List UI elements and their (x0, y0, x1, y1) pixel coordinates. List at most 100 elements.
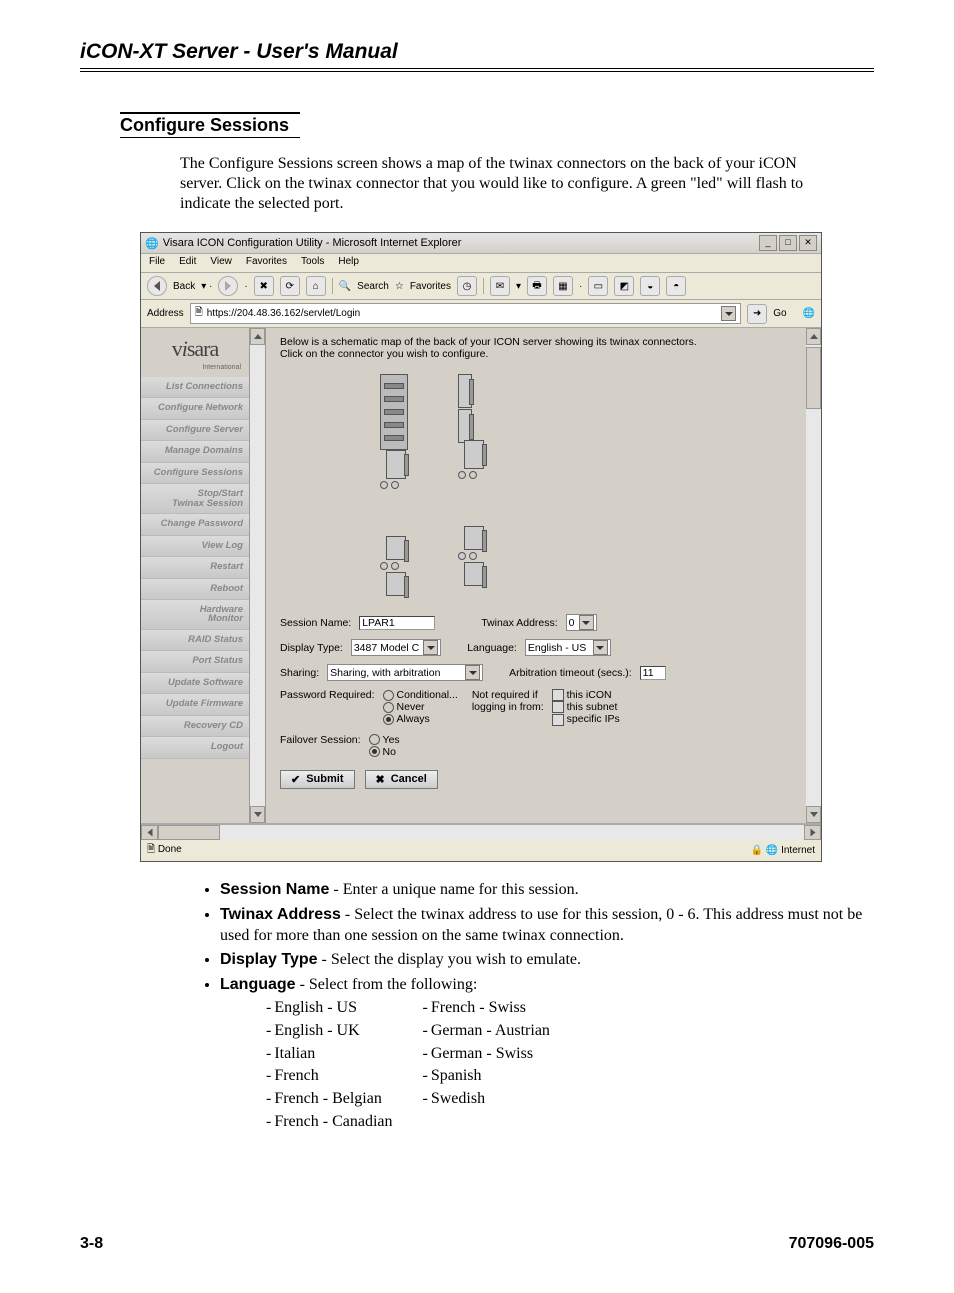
title-bar: 🌐 Visara ICON Configuration Utility - Mi… (141, 233, 821, 254)
check-this-icon[interactable] (552, 689, 564, 701)
connector-small-l2[interactable] (380, 536, 406, 596)
x-icon: ✖ (376, 773, 385, 786)
bullet-language: Language - Select from the following: -E… (220, 975, 874, 1135)
back-button[interactable] (147, 276, 167, 296)
address-bar: Address 🗎 https://204.48.36.162/servlet/… (141, 300, 821, 328)
cancel-button[interactable]: ✖Cancel (365, 770, 438, 789)
session-name-label: Session Name: (280, 617, 351, 629)
address-dropdown[interactable] (721, 306, 736, 321)
nav-restart[interactable]: Restart (141, 557, 249, 578)
menu-file[interactable]: File (149, 256, 165, 270)
check-specific-ips[interactable] (552, 714, 564, 726)
back-label[interactable]: Back (173, 281, 195, 292)
extra1-button[interactable]: ◩ (614, 276, 634, 296)
links-icon[interactable]: 🌐 (803, 308, 815, 319)
refresh-button[interactable]: ⟳ (280, 276, 300, 296)
language-select[interactable]: English - US (525, 639, 611, 656)
radio-never[interactable] (383, 702, 394, 713)
mail-button[interactable]: ✉ (490, 276, 510, 296)
maximize-button[interactable]: □ (779, 235, 797, 251)
page-header: iCON-XT Server - User's Manual (80, 40, 874, 72)
extra3-button[interactable]: ◓ (666, 276, 686, 296)
nav-configure-network[interactable]: Configure Network (141, 398, 249, 419)
nav-logout[interactable]: Logout (141, 737, 249, 758)
twinax-addr-select[interactable]: 0 (566, 614, 597, 631)
menu-bar: File Edit View Favorites Tools Help (141, 254, 821, 273)
go-button[interactable]: ➜ (747, 304, 767, 324)
connector-small-r1[interactable] (458, 440, 484, 500)
address-value: https://204.48.36.162/servlet/Login (207, 308, 360, 319)
nav-raid-status[interactable]: RAID Status (141, 630, 249, 651)
menu-tools[interactable]: Tools (301, 256, 324, 270)
language-form-label: Language: (467, 642, 517, 654)
check-this-subnet[interactable] (552, 701, 564, 713)
minimize-button[interactable]: _ (759, 235, 777, 251)
section-title: Configure Sessions (120, 112, 300, 138)
toolbar: Back▾ · · ✖ ⟳ ⌂ 🔍Search ☆Favorites ◷ ✉▾ … (141, 273, 821, 300)
internet-zone-icon: 🌐 (766, 845, 778, 856)
print-button[interactable]: 🖶 (527, 276, 547, 296)
nav-list-connections[interactable]: List Connections (141, 377, 249, 398)
bullet-list: Session Name - Enter a unique name for t… (180, 880, 874, 1135)
nav-configure-sessions[interactable]: Configure Sessions (141, 463, 249, 484)
connector-small-r2[interactable] (458, 526, 484, 586)
main-panel: Below is a schematic map of the back of … (266, 328, 806, 823)
intro-paragraph: The Configure Sessions screen shows a ma… (180, 154, 834, 214)
window-title: Visara ICON Configuration Utility - Micr… (163, 237, 462, 249)
search-label[interactable]: Search (357, 281, 389, 292)
address-input[interactable]: 🗎 https://204.48.36.162/servlet/Login (190, 303, 742, 324)
nav-manage-domains[interactable]: Manage Domains (141, 441, 249, 462)
bottom-scrollbar[interactable] (141, 824, 821, 840)
panel-intro-1: Below is a schematic map of the back of … (280, 336, 792, 348)
discuss-button[interactable]: ▭ (588, 276, 608, 296)
nav-update-software[interactable]: Update Software (141, 673, 249, 694)
menu-favorites[interactable]: Favorites (246, 256, 287, 270)
lock-icon: 🔒 (751, 845, 763, 856)
edit-button[interactable]: ▦ (553, 276, 573, 296)
bullet-display-type: Display Type - Select the display you wi… (220, 950, 874, 971)
extra2-button[interactable]: ◒ (640, 276, 660, 296)
nav-port-status[interactable]: Port Status (141, 651, 249, 672)
nav-view-log[interactable]: View Log (141, 536, 249, 557)
panel-intro-2: Click on the connector you wish to confi… (280, 348, 792, 360)
connector-big[interactable] (380, 374, 408, 450)
main-scrollbar[interactable] (806, 328, 821, 823)
nav-update-firmware[interactable]: Update Firmware (141, 694, 249, 715)
connector-db-r1[interactable] (458, 374, 484, 440)
bullet-twinax-address: Twinax Address - Select the twinax addre… (220, 905, 874, 947)
screenshot-window: 🌐 Visara ICON Configuration Utility - Mi… (140, 232, 822, 862)
menu-view[interactable]: View (210, 256, 232, 270)
arb-label: Arbitration timeout (secs.): (509, 667, 632, 679)
home-button[interactable]: ⌂ (306, 276, 326, 296)
sharing-select[interactable]: Sharing, with arbitration (327, 664, 483, 681)
nav-reboot[interactable]: Reboot (141, 579, 249, 600)
session-name-input[interactable]: LPAR1 (359, 616, 435, 630)
menu-edit[interactable]: Edit (179, 256, 196, 270)
search-icon[interactable]: 🔍 (339, 281, 351, 292)
close-button[interactable]: ✕ (799, 235, 817, 251)
radio-failover-yes[interactable] (369, 734, 380, 745)
nav-stop-start-twinax[interactable]: Stop/StartTwinax Session (141, 484, 249, 514)
nav-change-password[interactable]: Change Password (141, 514, 249, 535)
nav-configure-server[interactable]: Configure Server (141, 420, 249, 441)
nav-recovery-cd[interactable]: Recovery CD (141, 716, 249, 737)
forward-button[interactable] (218, 276, 238, 296)
menu-help[interactable]: Help (338, 256, 359, 270)
radio-always[interactable] (383, 714, 394, 725)
status-done: Done (158, 844, 182, 855)
arb-input[interactable]: 11 (640, 666, 666, 680)
favorites-label[interactable]: Favorites (410, 281, 451, 292)
radio-conditional[interactable] (383, 690, 394, 701)
nav-hardware-monitor[interactable]: HardwareMonitor (141, 600, 249, 630)
sidebar-scrollbar[interactable] (250, 328, 266, 823)
connector-map (380, 374, 792, 596)
go-label[interactable]: Go (773, 308, 786, 319)
display-type-select[interactable]: 3487 Model C (351, 639, 441, 656)
radio-failover-no[interactable] (369, 746, 380, 757)
ie-icon: 🌐 (145, 237, 159, 250)
favorites-icon[interactable]: ☆ (395, 281, 404, 292)
stop-button[interactable]: ✖ (254, 276, 274, 296)
history-button[interactable]: ◷ (457, 276, 477, 296)
connector-small-l1[interactable] (380, 450, 406, 510)
submit-button[interactable]: ✔Submit (280, 770, 355, 789)
